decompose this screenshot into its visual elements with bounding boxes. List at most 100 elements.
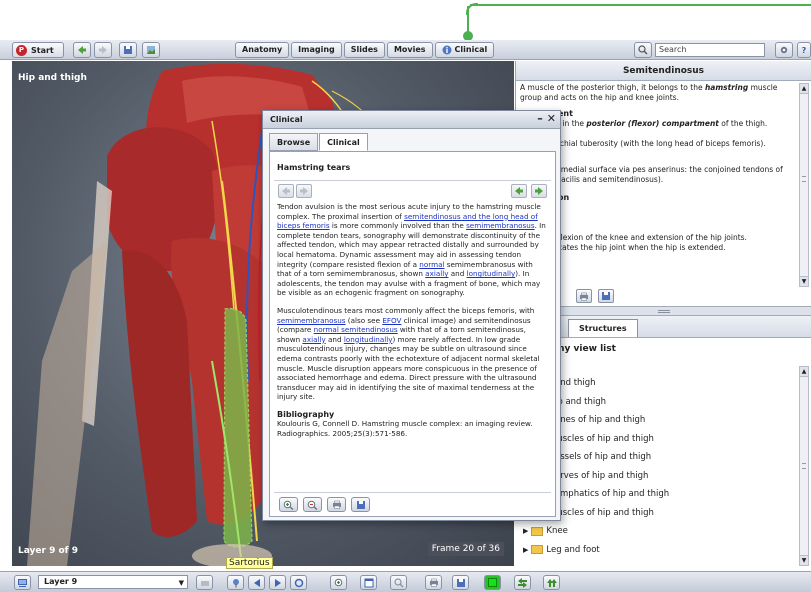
tree-item-knee[interactable]: ▶ Knee — [515, 522, 795, 541]
tab-browse[interactable]: Browse — [269, 133, 319, 151]
search-input[interactable]: Search — [655, 43, 765, 57]
inline-link[interactable]: axially — [425, 269, 448, 278]
scroll-down-icon[interactable]: ▼ — [800, 555, 808, 565]
divider — [274, 180, 551, 181]
info-nerve: . — [520, 203, 797, 213]
tab-clinical[interactable]: Clinical — [434, 42, 495, 58]
inline-link[interactable]: EFOV — [382, 316, 401, 325]
close-icon[interactable]: ✕ — [547, 112, 556, 125]
rotate-right-button[interactable] — [269, 575, 286, 590]
save-button[interactable] — [598, 289, 614, 303]
history-back-button[interactable] — [511, 184, 527, 198]
info-origin: schial tuberosity (with the long head of… — [556, 139, 766, 148]
printer-icon — [580, 292, 588, 301]
info-intro-1: A muscle of the posterior thigh, it belo… — [520, 83, 705, 92]
tab-imaging[interactable]: Imaging — [291, 42, 342, 58]
layer-eraser-button[interactable] — [196, 575, 213, 590]
info-compartment-1: l in the — [558, 119, 587, 128]
top-toolbar: P Start Anatomy Imaging Slides Movies Cl… — [0, 40, 811, 60]
window-button[interactable] — [360, 575, 377, 590]
info-scrollbar[interactable]: ▲ ▼ — [799, 83, 809, 287]
info-title: Semitendinosus — [516, 61, 811, 81]
search-icon — [638, 45, 648, 55]
tab-movies[interactable]: Movies — [386, 42, 433, 58]
floppy-icon — [456, 578, 465, 587]
layer-select[interactable]: Layer 9 ▼ — [38, 575, 188, 589]
pin-button[interactable] — [227, 575, 244, 590]
export-button[interactable] — [543, 575, 560, 590]
clinical-dialog: Clinical – ✕ Browse Clinical Hamstring t… — [262, 110, 561, 521]
inline-link[interactable]: axially — [302, 335, 325, 344]
next-topic-button[interactable] — [296, 184, 312, 198]
dialog-header[interactable]: Clinical – ✕ — [263, 111, 560, 129]
back-button[interactable] — [73, 42, 91, 58]
expand-arrow-icon[interactable]: ▶ — [523, 527, 528, 535]
minimize-icon[interactable]: – — [537, 112, 543, 125]
zoom-out-button[interactable] — [303, 497, 322, 512]
swap-button[interactable] — [514, 575, 531, 590]
tree-item-label: Leg and foot — [546, 544, 600, 555]
expand-arrow-icon[interactable]: ▶ — [523, 546, 528, 554]
tab-structures[interactable]: Structures — [568, 319, 638, 337]
bibliography-text: Koulouris G, Connell D. Hamstring muscle… — [277, 419, 533, 439]
folder-icon — [531, 526, 544, 536]
tab-anatomy[interactable]: Anatomy — [235, 42, 290, 58]
primal-logo-icon: P — [16, 44, 27, 56]
save-dialog-button[interactable] — [351, 497, 370, 512]
info-insertion-1: (medial surface via pes anserinus: the c… — [558, 165, 783, 174]
green-highlight-toggle[interactable] — [484, 575, 501, 590]
dialog-content: Hamstring tears Tendon avulsion is the m… — [269, 151, 556, 517]
inline-link[interactable]: semimembranosus — [466, 221, 535, 230]
inline-link[interactable]: normal — [419, 260, 444, 269]
arrow-right-icon — [300, 187, 308, 195]
scroll-up-icon[interactable]: ▲ — [800, 84, 808, 94]
forward-button[interactable] — [94, 42, 112, 58]
help-button[interactable]: ? — [797, 42, 811, 58]
inline-link[interactable]: longitudinally — [467, 269, 516, 278]
print-view-button[interactable] — [425, 575, 442, 590]
save-view-button[interactable] — [119, 42, 137, 58]
zoom-in-button[interactable] — [279, 497, 298, 512]
start-button[interactable]: P Start — [12, 42, 64, 58]
tab-slides[interactable]: Slides — [343, 42, 385, 58]
info-text: A muscle of the posterior thigh, it belo… — [520, 83, 797, 288]
search-view-button[interactable] — [390, 575, 407, 590]
zoom-in-icon — [334, 578, 342, 586]
printer-icon — [429, 578, 438, 587]
save-view-bottom-button[interactable] — [452, 575, 469, 590]
settings-button[interactable] — [775, 42, 793, 58]
scroll-up-icon[interactable]: ▲ — [800, 367, 808, 377]
scroll-down-icon[interactable]: ▼ — [800, 276, 808, 286]
print-dialog-button[interactable] — [327, 497, 346, 512]
info-intro-em: hamstring — [704, 83, 749, 92]
layer-menu-button[interactable] — [14, 575, 31, 590]
prev-topic-button[interactable] — [278, 184, 294, 198]
structure-tooltip: Sartorius — [226, 557, 273, 569]
info-insertion-2: racilis and semitendinosus). — [558, 175, 664, 184]
dialog-tabs: Browse Clinical — [269, 133, 368, 151]
structures-scrollbar[interactable]: ▲ ▼ — [799, 366, 809, 566]
triangle-left-icon — [253, 578, 260, 587]
dialog-footer — [279, 497, 370, 512]
rotate-left-button[interactable] — [248, 575, 265, 590]
topic-nav — [278, 184, 312, 198]
image-button[interactable] — [142, 42, 160, 58]
history-forward-button[interactable] — [531, 184, 547, 198]
tab-clinical-dialog[interactable]: Clinical — [319, 133, 368, 151]
up-arrows-icon — [546, 578, 557, 587]
zoom-in-view-button[interactable] — [330, 575, 347, 590]
tree-item-leg-foot[interactable]: ▶ Leg and foot — [515, 541, 795, 560]
green-forward-icon — [535, 187, 543, 195]
reset-view-button[interactable] — [290, 575, 307, 590]
layer-select-value: Layer 9 — [44, 577, 78, 586]
search-button[interactable] — [634, 42, 652, 58]
chevron-down-icon: ▼ — [178, 579, 184, 587]
view-title: Hip and thigh — [18, 73, 87, 83]
green-back-icon — [515, 187, 523, 195]
bottom-toolbar: Layer 9 ▼ — [0, 571, 811, 592]
callout-line — [470, 4, 811, 6]
print-button[interactable] — [576, 289, 592, 303]
inline-link[interactable]: semimembranosus — [277, 316, 346, 325]
inline-link[interactable]: longitudinally — [344, 335, 393, 344]
inline-link[interactable]: normal semitendinosus — [314, 325, 398, 334]
